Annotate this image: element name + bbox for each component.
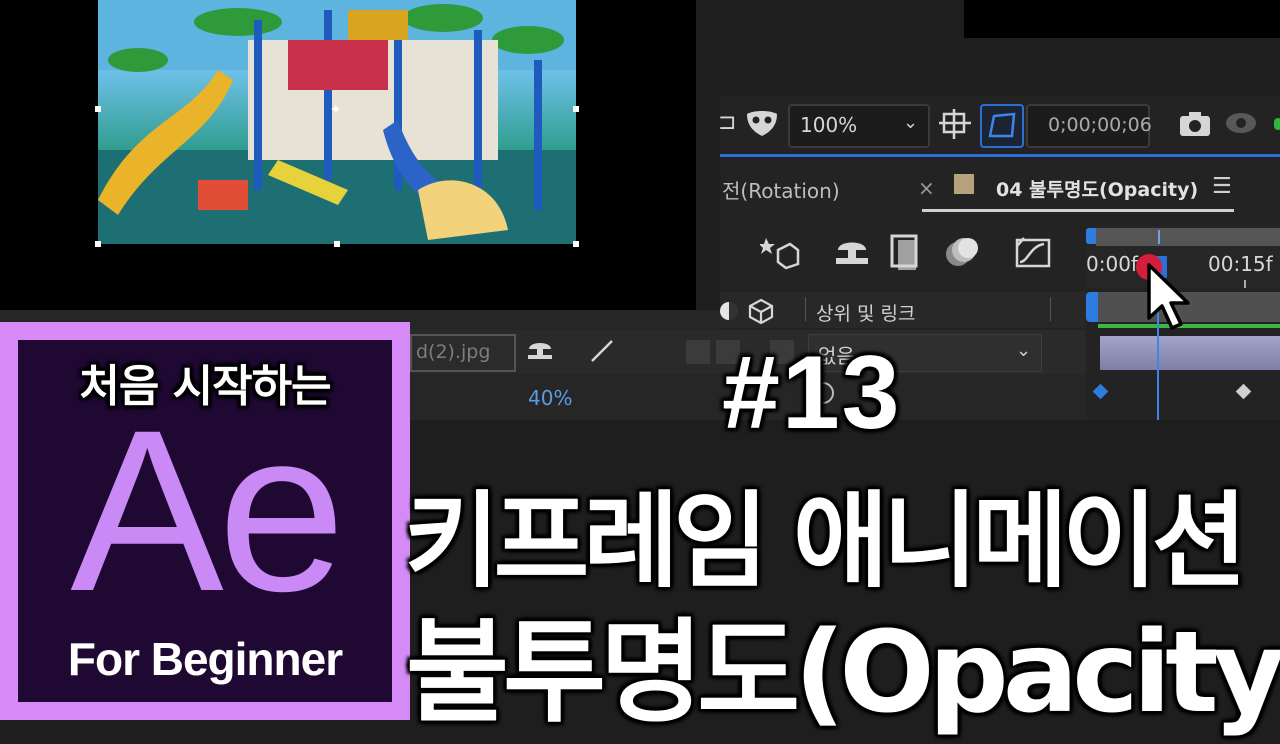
transparency-grid-icon[interactable]	[980, 104, 1024, 148]
ruler-label-0f: 0:00f	[1086, 252, 1138, 276]
current-time-value: 0;00;00;06	[1048, 114, 1152, 136]
layer-name: d(2).jpg	[416, 341, 491, 363]
shy-icon[interactable]	[834, 236, 870, 272]
graph-editor-icon[interactable]	[1014, 234, 1052, 274]
tab-rotation[interactable]: 전(Rotation)	[722, 175, 840, 204]
work-area-start-handle[interactable]	[1086, 228, 1096, 244]
panel-black-area	[964, 0, 1280, 38]
mouse-cursor-icon	[1146, 262, 1192, 338]
tab-opacity[interactable]: 04 불투명도(Opacity)	[996, 175, 1198, 202]
shy-switch-icon[interactable]	[526, 338, 554, 366]
show-snapshot-icon[interactable]	[1224, 110, 1258, 140]
column-divider[interactable]	[805, 297, 806, 321]
transform-handle[interactable]	[95, 106, 101, 112]
3d-layer-column-icon[interactable]	[748, 298, 774, 328]
badge-caption: For Beginner	[67, 633, 343, 685]
transform-handle[interactable]	[573, 106, 579, 112]
transform-handle[interactable]	[95, 241, 101, 247]
parent-link-column-header: 상위 및 링크	[816, 303, 916, 325]
status-green-indicator	[1274, 118, 1280, 130]
frame-blend-icon[interactable]	[890, 234, 922, 274]
chevron-down-icon: ⌄	[903, 112, 919, 133]
quality-switch-icon[interactable]	[588, 338, 616, 368]
comp-mini-flowchart-icon[interactable]	[759, 234, 800, 274]
transform-handle[interactable]	[334, 241, 340, 247]
work-area-bar[interactable]	[1096, 228, 1280, 246]
switch-checkbox[interactable]	[686, 340, 710, 364]
playground-illustration	[98, 0, 576, 244]
solo-column-icon[interactable]	[720, 302, 738, 320]
mask-icon[interactable]	[744, 108, 780, 142]
panel-menu-icon[interactable]: ☰	[1212, 174, 1232, 199]
track-start-handle[interactable]	[1086, 292, 1098, 322]
region-of-interest-icon[interactable]	[938, 108, 972, 144]
anchor-point-icon[interactable]: ✦	[330, 102, 342, 118]
ruler-label-15f: 00:15f	[1208, 252, 1273, 276]
ae-logo-text: Ae	[70, 382, 345, 639]
zoom-value: 100%	[800, 113, 858, 137]
active-tab-underline	[922, 209, 1234, 212]
playground-image-layer[interactable]	[98, 0, 576, 244]
work-area-marker	[1158, 230, 1160, 244]
chevron-down-icon: ⌄	[1016, 340, 1032, 361]
layer-duration-bar[interactable]	[1100, 336, 1280, 370]
ruler-tick	[1244, 280, 1246, 288]
column-divider[interactable]	[1050, 297, 1051, 321]
opacity-value[interactable]: 40%	[528, 386, 572, 410]
toolbar-partial-icon: ⊐	[718, 110, 737, 135]
tab-color-swatch	[954, 174, 974, 194]
motion-blur-icon[interactable]	[944, 234, 980, 274]
snapshot-camera-icon[interactable]	[1178, 110, 1212, 142]
episode-number: #13	[722, 335, 902, 451]
tab-close-icon[interactable]: ×	[918, 176, 935, 200]
transform-handle[interactable]	[573, 241, 579, 247]
